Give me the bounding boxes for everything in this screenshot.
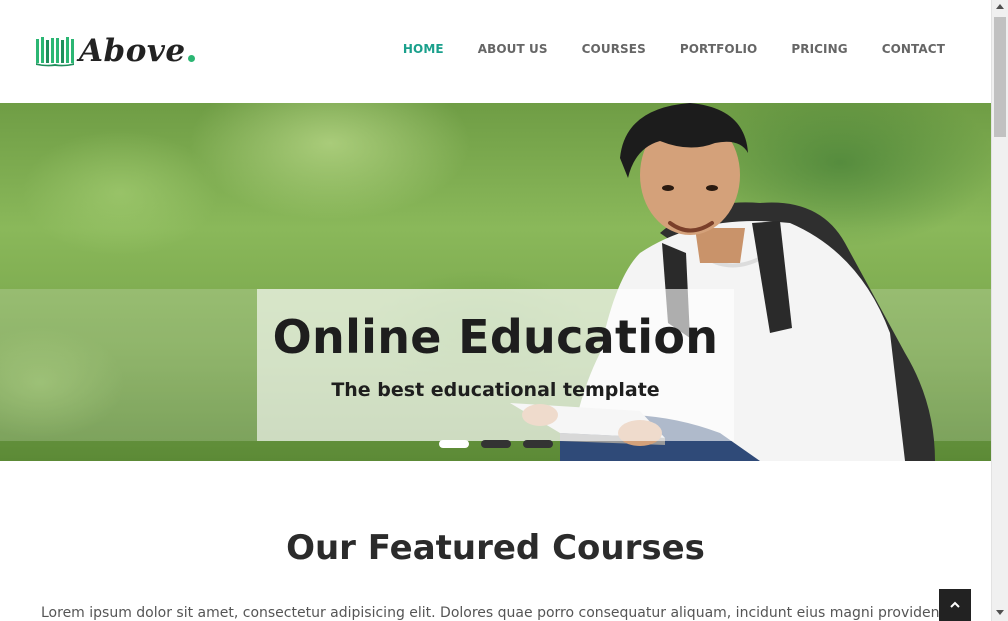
nav-about-us[interactable]: ABOUT US <box>478 42 548 56</box>
nav-portfolio[interactable]: PORTFOLIO <box>680 42 758 56</box>
open-book-icon <box>36 37 74 67</box>
hero-subtitle: The best educational template <box>331 379 660 401</box>
brand-name: Above <box>79 33 186 69</box>
logo[interactable]: Above <box>35 33 195 69</box>
site-header: Above HOME ABOUT US COURSES PORTFOLIO PR… <box>0 0 991 103</box>
slider-dot-1[interactable] <box>439 440 469 448</box>
back-to-top-button[interactable] <box>939 589 971 621</box>
main-nav: HOME ABOUT US COURSES PORTFOLIO PRICING … <box>369 42 945 56</box>
scroll-up-icon[interactable] <box>996 4 1004 9</box>
chevron-up-icon <box>950 601 960 608</box>
slider-dot-2[interactable] <box>481 440 511 448</box>
featured-courses-description: Lorem ipsum dolor sit amet, consectetur … <box>41 605 941 621</box>
nav-home[interactable]: HOME <box>403 42 444 56</box>
hero-slider: Online Education The best educational te… <box>0 103 991 461</box>
slider-indicators <box>439 440 565 448</box>
featured-courses-heading: Our Featured Courses <box>286 528 705 568</box>
slider-dot-3[interactable] <box>523 440 553 448</box>
brand-dot <box>187 54 195 62</box>
scroll-thumb[interactable] <box>994 17 1006 137</box>
hero-title: Online Education <box>272 310 719 364</box>
vertical-scrollbar[interactable] <box>991 0 1008 621</box>
nav-pricing[interactable]: PRICING <box>791 42 847 56</box>
nav-contact[interactable]: CONTACT <box>882 42 945 56</box>
nav-courses[interactable]: COURSES <box>582 42 646 56</box>
scroll-down-icon[interactable] <box>996 610 1004 615</box>
